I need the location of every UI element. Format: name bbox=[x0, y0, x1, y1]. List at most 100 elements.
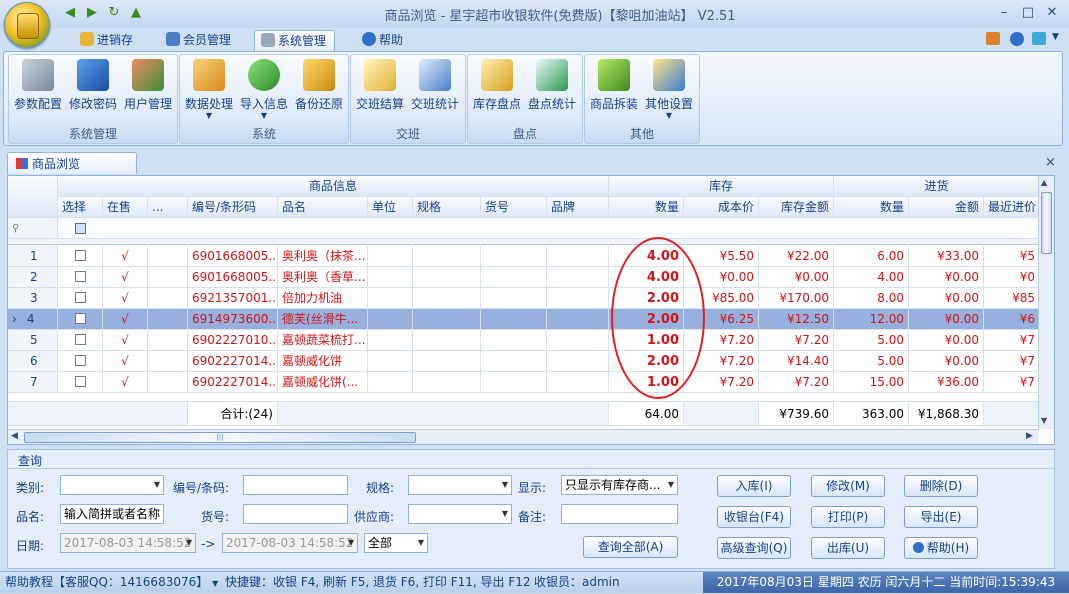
row-checkbox[interactable] bbox=[74, 376, 86, 387]
row-checkbox[interactable] bbox=[74, 292, 86, 303]
pos-button[interactable]: 收银台(F4) bbox=[717, 506, 791, 528]
delete-button[interactable]: 删除(D) bbox=[904, 475, 978, 497]
info-icon[interactable] bbox=[1010, 32, 1024, 46]
col-header-spec[interactable]: 规格 bbox=[413, 197, 481, 218]
close-button[interactable]: ✕ bbox=[1042, 5, 1062, 23]
col-header-more[interactable]: ... bbox=[148, 197, 188, 218]
vertical-scrollbar[interactable]: ▲ ▼ bbox=[1038, 176, 1054, 429]
filter-icon[interactable]: ⚲ bbox=[8, 218, 58, 239]
col-header-sku[interactable]: 货号 bbox=[481, 197, 547, 218]
date-scope-select[interactable]: 全部 ▼ bbox=[364, 533, 428, 553]
data-processing-button[interactable]: 数据处理 ▼ bbox=[182, 59, 236, 121]
code-input[interactable] bbox=[243, 475, 348, 495]
backup-restore-button[interactable]: 备份还原 bbox=[292, 59, 346, 121]
change-password-button[interactable]: 修改密码 bbox=[66, 59, 120, 121]
name-input[interactable]: 输入简拼或者名称 bbox=[60, 504, 164, 524]
col-header-qty[interactable]: 数量 bbox=[609, 197, 684, 218]
select-cell[interactable] bbox=[58, 267, 103, 288]
purchase-amount-cell: ¥0.00 bbox=[909, 330, 984, 351]
up-icon[interactable]: ▲ bbox=[126, 4, 146, 22]
tab-help[interactable]: 帮助 bbox=[356, 30, 411, 51]
row-number: 5 bbox=[8, 330, 58, 351]
minimize-button[interactable]: – bbox=[994, 5, 1014, 23]
spec-select[interactable]: ▼ bbox=[408, 475, 512, 495]
inventory-statistics-button[interactable]: 盘点统计 bbox=[525, 59, 579, 121]
label-supplier: 供应商: bbox=[354, 510, 395, 524]
col-header-last-price[interactable]: 最近进价 bbox=[984, 197, 1040, 218]
select-cell[interactable] bbox=[58, 288, 103, 309]
back-icon[interactable]: ◀ bbox=[60, 4, 80, 22]
doc-close-icon[interactable]: × bbox=[1045, 155, 1056, 170]
scroll-up-icon[interactable]: ▲ bbox=[1041, 178, 1047, 187]
vertical-scroll-thumb[interactable] bbox=[1041, 192, 1052, 254]
row-checkbox[interactable] bbox=[74, 313, 86, 324]
row-checkbox[interactable] bbox=[74, 334, 86, 345]
ribbon-options-icon[interactable]: ▼ bbox=[1052, 32, 1059, 42]
other-settings-button[interactable]: 其他设置 ▼ bbox=[642, 59, 696, 121]
param-config-button[interactable]: 参数配置 bbox=[11, 59, 65, 121]
col-header-purchase-amount[interactable]: 金额 bbox=[909, 197, 984, 218]
select-cell[interactable] bbox=[58, 330, 103, 351]
col-header-name[interactable]: 品名 bbox=[278, 197, 368, 218]
show-filter-select[interactable]: 只显示有库存商... ▼ bbox=[561, 475, 678, 495]
cart-icon[interactable] bbox=[986, 32, 1000, 45]
row-number-label: 7 bbox=[30, 375, 38, 389]
label-date: 日期: bbox=[16, 539, 45, 553]
help-icon bbox=[912, 542, 924, 553]
date-to-picker[interactable]: 2017-08-03 14:58:52 ▼ bbox=[222, 533, 358, 553]
select-cell[interactable] bbox=[58, 372, 103, 393]
advanced-query-button[interactable]: 高级查询(Q) bbox=[717, 537, 791, 559]
filter-row[interactable] bbox=[58, 218, 1040, 239]
supplier-select[interactable]: ▼ bbox=[408, 504, 512, 524]
col-header-cost[interactable]: 成本价 bbox=[684, 197, 759, 218]
print-button[interactable]: 打印(P) bbox=[811, 506, 885, 528]
doc-tab-product-browse[interactable]: 商品浏览 bbox=[7, 152, 137, 174]
row-checkbox[interactable] bbox=[74, 250, 86, 261]
select-all-checkbox[interactable] bbox=[75, 223, 86, 234]
stock-out-button[interactable]: 出库(U) bbox=[811, 537, 885, 559]
tab-system[interactable]: 系统管理 bbox=[254, 30, 336, 52]
col-header-onsale[interactable]: 在售 bbox=[103, 197, 148, 218]
user-management-button[interactable]: 用户管理 bbox=[121, 59, 175, 121]
shift-settlement-button[interactable]: 交班结算 bbox=[353, 59, 407, 121]
help-button[interactable]: 帮助(H) bbox=[904, 537, 978, 559]
export-button[interactable]: 导出(E) bbox=[904, 506, 978, 528]
maximize-button[interactable]: □ bbox=[1018, 5, 1038, 23]
scroll-left-icon[interactable]: ◀ bbox=[11, 431, 18, 441]
row-checkbox[interactable] bbox=[74, 271, 86, 282]
col-header-brand[interactable]: 品牌 bbox=[547, 197, 609, 218]
col-header-amount[interactable]: 库存金额 bbox=[759, 197, 834, 218]
scroll-right-icon[interactable]: ▶ bbox=[1026, 431, 1033, 441]
import-info-button[interactable]: 导入信息 ▼ bbox=[237, 59, 291, 121]
row-checkbox[interactable] bbox=[74, 355, 86, 366]
horizontal-scrollbar[interactable]: ◀ ||| ▶ bbox=[8, 429, 1039, 444]
select-cell[interactable] bbox=[58, 309, 103, 330]
inventory-count-button[interactable]: 库存盘点 bbox=[470, 59, 524, 121]
refresh-icon[interactable]: ↻ bbox=[104, 4, 124, 22]
date-from-picker[interactable]: 2017-08-03 14:58:52 ▼ bbox=[60, 533, 196, 553]
sku-input[interactable] bbox=[243, 504, 348, 524]
status-help[interactable]: 帮助教程【客服QQ：1416683076】 ▼ bbox=[5, 572, 218, 593]
col-header-purchase-qty[interactable]: 数量 bbox=[834, 197, 909, 218]
edit-button[interactable]: 修改(M) bbox=[811, 475, 885, 497]
coin-icon bbox=[17, 13, 39, 39]
select-cell[interactable] bbox=[58, 351, 103, 372]
shift-statistics-button[interactable]: 交班统计 bbox=[408, 59, 462, 121]
scroll-down-icon[interactable]: ▼ bbox=[1041, 416, 1047, 425]
select-cell[interactable] bbox=[58, 246, 103, 267]
unit-cell bbox=[368, 351, 413, 372]
horizontal-scroll-thumb[interactable]: ||| bbox=[24, 432, 416, 443]
tab-purchase-sales[interactable]: 进销存 bbox=[74, 30, 141, 51]
forward-icon[interactable]: ▶ bbox=[82, 4, 102, 22]
col-header-unit[interactable]: 单位 bbox=[368, 197, 413, 218]
tab-members[interactable]: 会员管理 bbox=[160, 30, 239, 51]
note-input[interactable] bbox=[561, 504, 678, 524]
theme-icon[interactable] bbox=[1032, 32, 1046, 45]
col-header-code[interactable]: 编号/条形码 bbox=[188, 197, 278, 218]
col-header-select[interactable]: 选择 bbox=[58, 197, 103, 218]
query-all-button[interactable]: 查询全部(A) bbox=[583, 536, 678, 558]
app-menu-button[interactable] bbox=[4, 2, 50, 48]
stock-in-button[interactable]: 入库(I) bbox=[717, 475, 791, 497]
category-select[interactable]: ▼ bbox=[60, 475, 164, 495]
product-unpack-button[interactable]: 商品拆装 bbox=[587, 59, 641, 121]
